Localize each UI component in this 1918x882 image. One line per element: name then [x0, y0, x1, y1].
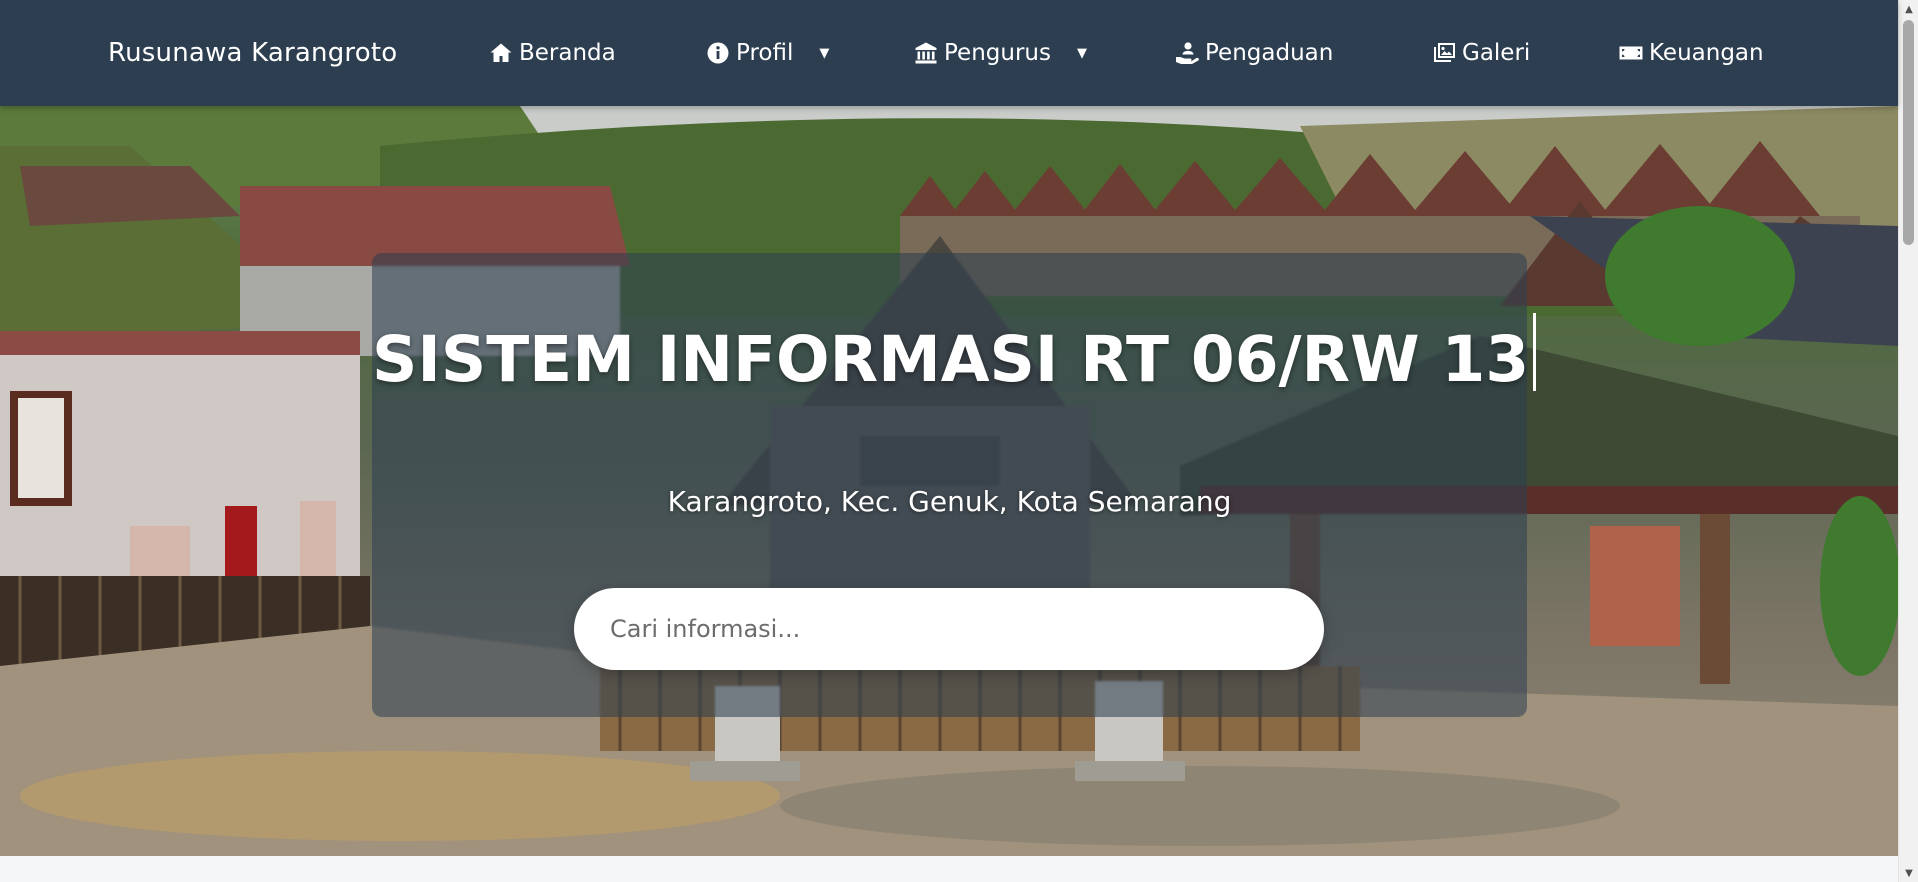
- institution-icon: [914, 41, 938, 65]
- scroll-up-arrow-icon[interactable]: ▲: [1899, 0, 1918, 18]
- vertical-scrollbar[interactable]: ▲ ▼: [1898, 0, 1918, 882]
- nav-item-label: Pengurus: [944, 40, 1051, 66]
- nav-item-label: Keuangan: [1649, 40, 1764, 66]
- nav-item-keuangan[interactable]: Keuangan: [1619, 0, 1764, 106]
- scrollbar-thumb[interactable]: [1903, 20, 1914, 245]
- top-navbar: Rusunawa Karangroto Beranda Profil ▼ Pen…: [0, 0, 1898, 106]
- money-bill-icon: [1619, 41, 1643, 65]
- search-input[interactable]: [574, 588, 1324, 670]
- images-icon: [1432, 41, 1456, 65]
- chevron-down-icon: ▼: [1076, 45, 1087, 61]
- hand-holding-user-icon: [1175, 41, 1199, 65]
- hero-subtitle: Karangroto, Kec. Genuk, Kota Semarang: [667, 485, 1232, 518]
- info-icon: [706, 41, 730, 65]
- nav-item-label: Galeri: [1462, 40, 1531, 66]
- brand-link[interactable]: Rusunawa Karangroto: [108, 0, 397, 106]
- hero-card: SISTEM INFORMASI RT 06/RW 13 Karangroto,…: [372, 253, 1537, 717]
- nav-item-label: Pengaduan: [1205, 40, 1334, 66]
- typing-cursor: [1533, 313, 1537, 391]
- nav-item-pengurus[interactable]: Pengurus ▼: [914, 0, 1087, 106]
- nav-item-pengaduan[interactable]: Pengaduan: [1175, 0, 1333, 106]
- nav-item-label: Profil: [736, 40, 794, 66]
- page-content-start: [0, 856, 1898, 882]
- nav-item-label: Beranda: [519, 40, 616, 66]
- home-icon: [489, 41, 513, 65]
- nav-item-galeri[interactable]: Galeri: [1432, 0, 1530, 106]
- hero-title: SISTEM INFORMASI RT 06/RW 13: [372, 313, 1537, 396]
- nav-item-profil[interactable]: Profil ▼: [706, 0, 829, 106]
- chevron-down-icon: ▼: [819, 45, 830, 61]
- nav-item-beranda[interactable]: Beranda: [489, 0, 616, 106]
- scroll-down-arrow-icon[interactable]: ▼: [1899, 864, 1918, 882]
- hero-section: SISTEM INFORMASI RT 06/RW 13 Karangroto,…: [0, 106, 1898, 856]
